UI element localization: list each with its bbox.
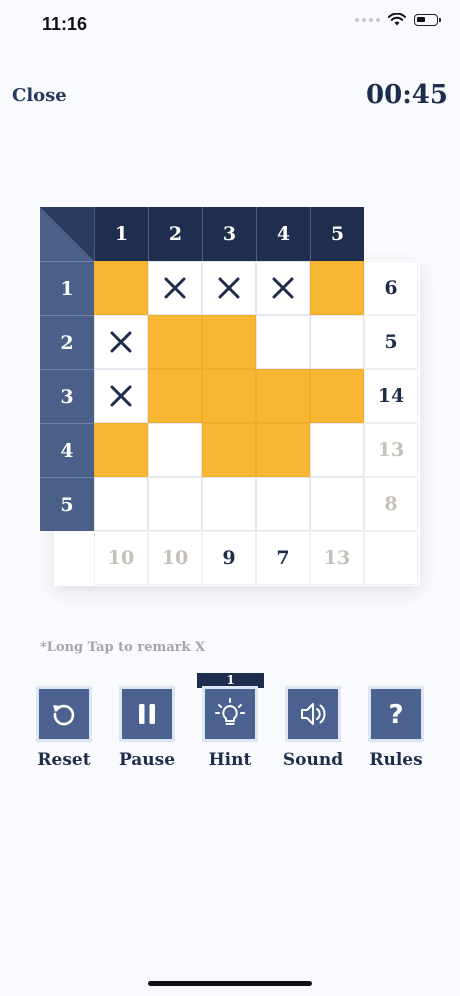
svg-text:?: ?	[388, 700, 403, 729]
battery-icon	[414, 13, 441, 26]
hint-label: Hint	[208, 750, 252, 770]
column-clue: 10	[148, 531, 202, 585]
column-header: 3	[202, 207, 256, 261]
grid-cell-marked[interactable]	[256, 261, 310, 315]
clue-corner-blank	[364, 531, 418, 585]
row-clue: 14	[364, 369, 418, 423]
x-mark-icon	[218, 277, 240, 299]
row-header: 2	[40, 315, 94, 369]
grid-cell-marked[interactable]	[94, 369, 148, 423]
long-tap-note: *Long Tap to remark X	[40, 640, 206, 655]
reset-icon	[53, 704, 75, 726]
grid-cell-empty[interactable]	[310, 423, 364, 477]
grid-cell-filled[interactable]	[202, 423, 256, 477]
home-indicator[interactable]	[148, 981, 312, 986]
grid-cell-filled[interactable]	[310, 369, 364, 423]
grid-cell-filled[interactable]	[256, 369, 310, 423]
grid-cell-empty[interactable]	[256, 477, 310, 531]
grid-cell-marked[interactable]	[202, 261, 256, 315]
grid-cell-filled[interactable]	[148, 369, 202, 423]
row-clue: 8	[364, 477, 418, 531]
pause-button[interactable]	[119, 686, 175, 742]
question-icon: ?	[388, 700, 403, 729]
sound-label: Sound	[282, 750, 344, 770]
column-header: 2	[148, 207, 202, 261]
grid-cell-filled[interactable]	[94, 423, 148, 477]
column-clue: 7	[256, 531, 310, 585]
pause-label: Pause	[118, 750, 176, 770]
rules-button[interactable]: ?	[368, 686, 424, 742]
grid-cell-empty[interactable]	[94, 477, 148, 531]
column-header: 1	[94, 207, 148, 261]
column-header: 5	[310, 207, 364, 261]
row-header: 3	[40, 369, 94, 423]
close-button[interactable]: Close	[12, 85, 67, 106]
wifi-icon	[388, 13, 406, 26]
row-clue: 13	[364, 423, 418, 477]
row-header: 4	[40, 423, 94, 477]
reset-button[interactable]	[36, 686, 92, 742]
grid-cell-filled[interactable]	[148, 315, 202, 369]
status-icons	[355, 13, 441, 26]
board-corner	[40, 207, 94, 261]
row-header: 5	[40, 477, 94, 531]
speaker-icon	[301, 703, 326, 725]
reset-label: Reset	[37, 750, 91, 770]
x-mark-icon	[110, 331, 132, 353]
grid-cell-filled[interactable]	[202, 315, 256, 369]
grid-cell-empty[interactable]	[148, 423, 202, 477]
grid-cell-empty[interactable]	[310, 477, 364, 531]
x-mark-icon	[272, 277, 294, 299]
column-clue: 9	[202, 531, 256, 585]
grid-cell-empty[interactable]	[202, 477, 256, 531]
pause-icon	[139, 704, 155, 724]
grid-cell-filled[interactable]	[202, 369, 256, 423]
column-header: 4	[256, 207, 310, 261]
grid-cell-filled[interactable]	[256, 423, 310, 477]
row-header: 1	[40, 261, 94, 315]
game-timer: 00:45	[366, 80, 448, 110]
grid-cell-empty[interactable]	[310, 315, 364, 369]
grid-cell-empty[interactable]	[148, 477, 202, 531]
grid-cell-marked[interactable]	[94, 315, 148, 369]
row-clue: 6	[364, 261, 418, 315]
grid-cell-filled[interactable]	[94, 261, 148, 315]
x-mark-icon	[110, 385, 132, 407]
column-clue: 13	[310, 531, 364, 585]
status-time: 11:16	[42, 14, 88, 34]
signal-dots-icon	[355, 17, 380, 22]
row-clue: 5	[364, 315, 418, 369]
grid-cell-filled[interactable]	[310, 261, 364, 315]
rules-label: Rules	[369, 750, 423, 770]
grid-cell-empty[interactable]	[256, 315, 310, 369]
sound-button[interactable]	[285, 686, 341, 742]
x-mark-icon	[164, 277, 186, 299]
column-clue: 10	[94, 531, 148, 585]
hint-button[interactable]	[202, 686, 258, 742]
lightbulb-icon	[215, 698, 245, 725]
grid-cell-marked[interactable]	[148, 261, 202, 315]
